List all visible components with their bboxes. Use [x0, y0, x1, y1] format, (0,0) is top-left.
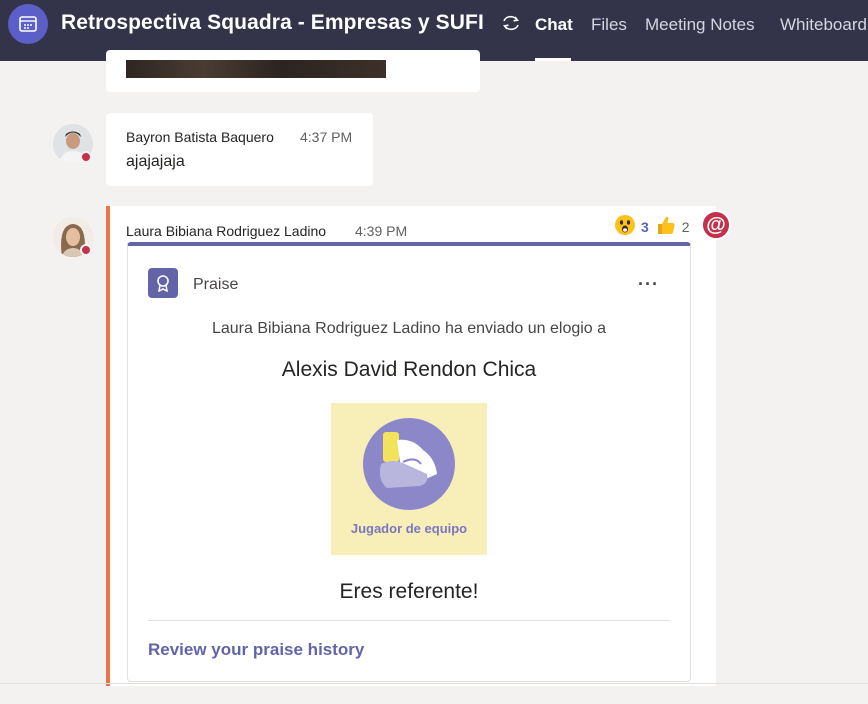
reactions-bar: 3 2	[614, 214, 696, 241]
surprised-emoji-icon[interactable]	[614, 214, 636, 241]
shared-image[interactable]	[126, 60, 386, 78]
previous-message-card	[106, 50, 480, 92]
praise-badge-image: Jugador de equipo	[331, 403, 487, 555]
at-mention-icon: @	[701, 210, 731, 240]
chat-message[interactable]: Bayron Batista Baquero 4:37 PM ajajajaja	[106, 113, 373, 186]
reaction-count[interactable]: 2	[682, 219, 690, 235]
message-timestamp: 4:39 PM	[355, 223, 408, 239]
sync-icon[interactable]	[500, 12, 522, 34]
praise-card: Praise ··· Laura Bibiana Rodriguez Ladin…	[127, 242, 691, 682]
reaction-count[interactable]: 3	[641, 219, 649, 235]
praise-recipient: Alexis David Rendon Chica	[281, 358, 537, 381]
divider	[0, 683, 868, 684]
review-praise-history-link[interactable]: Review your praise history	[148, 640, 364, 660]
tab-files[interactable]: Files	[591, 15, 627, 35]
message-author[interactable]: Bayron Batista Baquero	[126, 129, 274, 145]
message-text: ajajajaja	[126, 153, 185, 170]
message-timestamp: 4:37 PM	[300, 129, 353, 145]
handshake-icon	[363, 418, 455, 510]
message-author[interactable]: Laura Bibiana Rodriguez Ladino	[126, 223, 326, 239]
calendar-icon[interactable]	[8, 4, 48, 44]
thumbs-up-emoji-icon[interactable]	[655, 214, 677, 241]
praise-sender-text: Laura Bibiana Rodriguez Ladino ha enviad…	[211, 320, 607, 337]
meeting-title: Retrospectiva Squadra - Empresas y SUFI	[61, 11, 484, 34]
busy-status-icon	[80, 244, 92, 256]
more-options-icon[interactable]: ···	[638, 274, 659, 295]
tab-chat[interactable]: Chat	[535, 15, 573, 35]
tab-whiteboard[interactable]: Whiteboard	[780, 15, 867, 35]
praise-message: Eres referente!	[339, 580, 479, 603]
praise-card-title: Praise	[193, 276, 239, 293]
busy-status-icon	[80, 151, 92, 163]
tab-meeting-notes[interactable]: Meeting Notes	[645, 15, 755, 35]
active-tab-indicator	[535, 58, 571, 61]
card-divider	[148, 620, 670, 621]
badge-label: Jugador de equipo	[350, 521, 468, 536]
praise-badge-icon	[148, 268, 178, 298]
